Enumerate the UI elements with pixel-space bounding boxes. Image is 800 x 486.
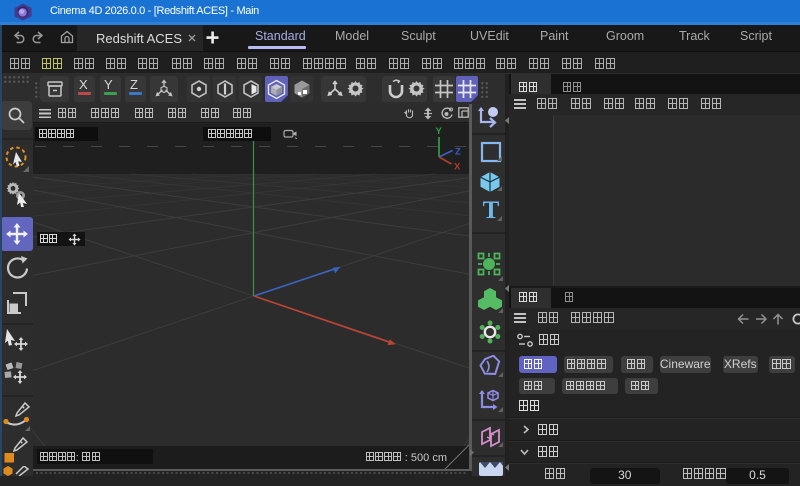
svg-text:Y: Y <box>436 126 443 137</box>
svg-text:Z: Z <box>455 147 461 158</box>
svg-text:X: X <box>454 162 461 173</box>
